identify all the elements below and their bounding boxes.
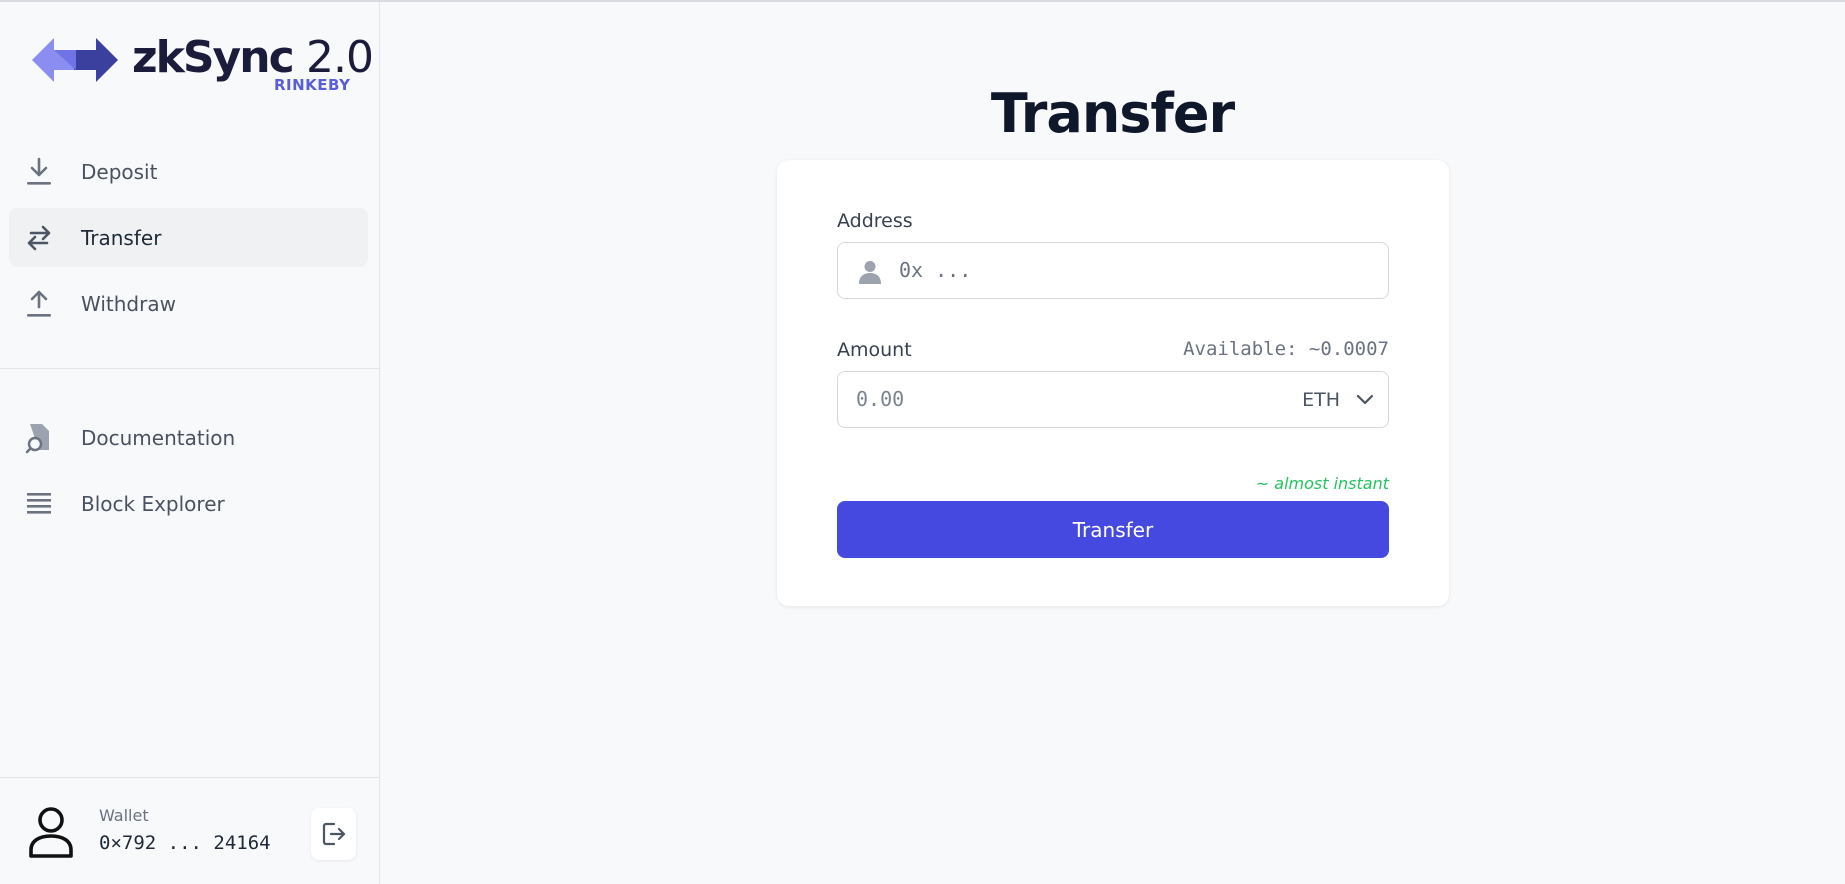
nav-label: Deposit: [81, 159, 158, 184]
logout-icon: [322, 822, 345, 846]
nav-item-withdraw[interactable]: Withdraw: [9, 274, 368, 333]
transfer-arrows-icon: [25, 224, 53, 252]
upload-icon: [25, 290, 53, 318]
token-select[interactable]: ETH: [1302, 380, 1374, 420]
amount-label: Amount: [837, 339, 912, 361]
nav-item-block-explorer[interactable]: Block Explorer: [9, 474, 368, 533]
nav-item-transfer[interactable]: Transfer: [9, 208, 368, 267]
download-icon: [25, 157, 53, 186]
nav-label: Documentation: [81, 425, 236, 450]
network-badge: RINKEBY: [274, 76, 351, 94]
page-title: Transfer: [990, 82, 1235, 145]
logout-button[interactable]: [311, 808, 356, 860]
nav-label: Transfer: [81, 225, 162, 250]
nav-label: Block Explorer: [81, 491, 225, 516]
transfer-card: Address 0x ... Amount Available: ~0.0007…: [777, 160, 1449, 606]
nav-label: Withdraw: [81, 291, 176, 316]
external-links: Documentation Block Explorer: [9, 408, 368, 540]
user-avatar-icon: [29, 807, 73, 858]
wallet-label: Wallet: [99, 806, 149, 825]
list-icon: [25, 490, 53, 518]
zksync-logo-icon: [32, 38, 118, 82]
nav-item-documentation[interactable]: Documentation: [9, 408, 368, 467]
available-balance[interactable]: Available: ~0.0007: [1183, 338, 1389, 360]
token-symbol: ETH: [1302, 389, 1340, 411]
sidebar: zkSync 2.0 RINKEBY Deposit Transfer With…: [0, 2, 380, 884]
transfer-button[interactable]: Transfer: [837, 501, 1389, 558]
address-input[interactable]: 0x ...: [837, 242, 1389, 299]
wallet-address[interactable]: 0×792 ... 24164: [99, 832, 271, 854]
sidebar-divider: [0, 368, 379, 369]
brand-name: zkSync: [132, 32, 295, 83]
speed-note: ~ almost instant: [1255, 474, 1389, 493]
wallet-panel: Wallet 0×792 ... 24164: [0, 777, 379, 884]
chevron-down-icon: [1356, 394, 1374, 405]
nav-item-deposit[interactable]: Deposit: [9, 142, 368, 201]
amount-placeholder: 0.00: [856, 387, 905, 411]
document-search-icon: [25, 423, 53, 453]
main-nav: Deposit Transfer Withdraw: [9, 142, 368, 340]
logo[interactable]: zkSync 2.0 RINKEBY: [32, 32, 374, 102]
amount-input[interactable]: 0.00 ETH: [837, 371, 1389, 428]
address-label: Address: [837, 210, 913, 232]
user-icon: [859, 261, 881, 284]
address-placeholder: 0x ...: [899, 258, 972, 282]
